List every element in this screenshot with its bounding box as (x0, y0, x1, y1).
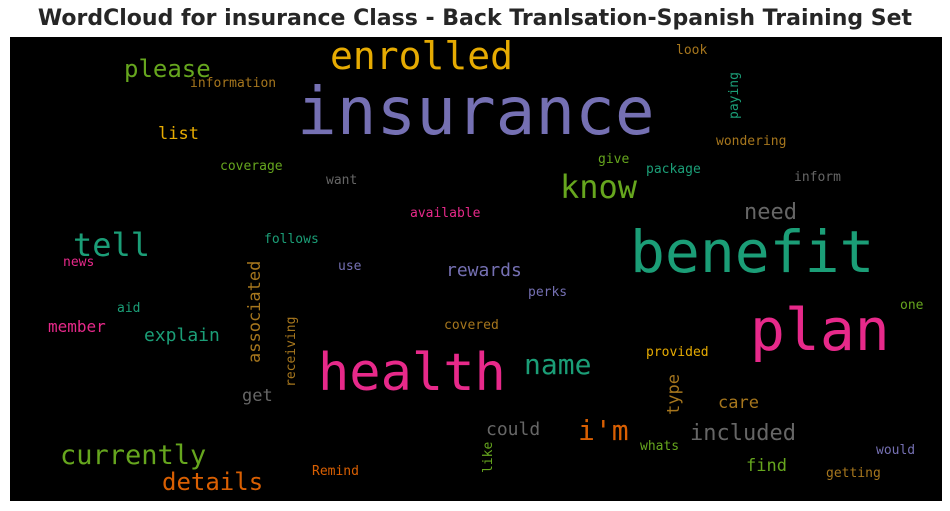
word-health: health (318, 343, 506, 403)
word-information: information (190, 76, 277, 91)
word-rewards: rewards (446, 260, 522, 281)
word-remind: Remind (312, 464, 359, 479)
word-covered: covered (444, 318, 499, 333)
word-inform: inform (794, 170, 841, 185)
word-associated: associated (245, 260, 265, 363)
word-type: type (664, 374, 684, 415)
word-get: get (242, 386, 273, 406)
word-currently: currently (60, 440, 207, 471)
word-care: care (718, 393, 759, 413)
word-know: know (560, 168, 638, 206)
word-aid: aid (117, 301, 141, 316)
word-give: give (598, 152, 630, 167)
word-coverage: coverage (220, 159, 283, 174)
word-details: details (162, 468, 264, 496)
word-find: find (746, 456, 787, 476)
word-list: list (158, 124, 199, 144)
word-one: one (900, 298, 924, 313)
word-included: included (690, 421, 796, 446)
word-could: could (486, 419, 541, 440)
word-paying: paying (727, 72, 742, 119)
word-im: i'm (578, 414, 629, 447)
word-like: like (481, 441, 496, 473)
word-perks: perks (528, 285, 568, 300)
word-would: would (876, 443, 916, 458)
word-whats: whats (640, 439, 680, 454)
word-getting: getting (826, 466, 881, 481)
word-plan: plan (750, 296, 890, 364)
word-follows: follows (264, 232, 319, 247)
word-provided: provided (646, 345, 709, 360)
chart-title: WordCloud for insurance Class - Back Tra… (37, 6, 913, 31)
word-cloud-canvas: insurance benefit plan health enrolled k… (10, 37, 942, 501)
word-enrolled: enrolled (330, 37, 514, 78)
word-news: news (63, 255, 95, 270)
word-wondering: wondering (716, 134, 787, 149)
word-member: member (48, 317, 106, 336)
word-want: want (326, 173, 358, 188)
word-insurance: insurance (297, 73, 655, 150)
word-explain: explain (144, 325, 220, 346)
word-need: need (744, 200, 797, 225)
word-package: package (646, 162, 701, 177)
word-look: look (676, 43, 708, 58)
word-available: available (410, 206, 481, 221)
word-use: use (338, 259, 362, 274)
word-benefit: benefit (630, 218, 875, 286)
word-name: name (524, 348, 592, 381)
word-receiving: receiving (284, 316, 299, 387)
